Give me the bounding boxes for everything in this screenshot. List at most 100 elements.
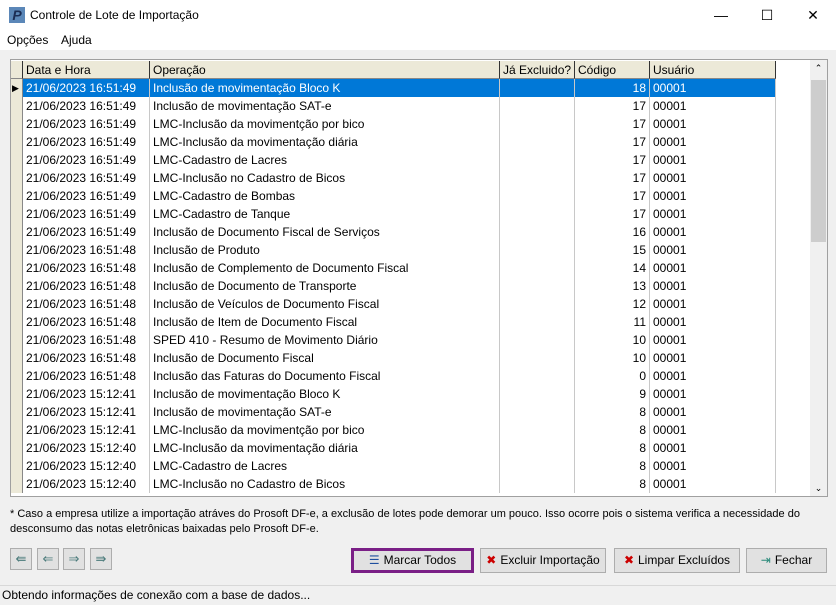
table-row[interactable]: 21/06/2023 16:51:48 Inclusão de Documento… <box>11 277 776 295</box>
table-row[interactable]: 21/06/2023 15:12:40 LMC-Cadastro de Lacre… <box>11 457 776 475</box>
close-label: Fechar <box>774 553 813 567</box>
close-window-button[interactable]: ✕ <box>790 0 836 30</box>
table-row[interactable]: 21/06/2023 16:51:48 Inclusão de Complemen… <box>11 259 776 277</box>
table-row[interactable]: 21/06/2023 15:12:41 Inclusão de movimenta… <box>11 403 776 421</box>
scrollbar-thumb[interactable] <box>811 80 826 242</box>
user-cell: 00001 <box>650 259 776 277</box>
table-row[interactable]: 21/06/2023 16:51:49 LMC-Inclusão da movim… <box>11 115 776 133</box>
delete-import-label: Excluir Importação <box>500 553 600 567</box>
operation-cell: LMC-Inclusão da movimentação diária <box>150 439 500 457</box>
last-record-button[interactable]: ⇛ <box>90 548 112 570</box>
row-indicator <box>11 223 23 241</box>
delete-import-button[interactable]: ✖ Excluir Importação <box>480 548 606 573</box>
column-header-operation[interactable]: Operação <box>150 61 500 79</box>
operation-cell: Inclusão de movimentação Bloco K <box>150 385 500 403</box>
maximize-button[interactable]: ☐ <box>744 0 790 30</box>
vertical-scrollbar[interactable]: ⌃ ⌄ <box>810 60 827 496</box>
date-cell: 21/06/2023 16:51:49 <box>23 205 150 223</box>
deleted-cell <box>500 115 575 133</box>
user-cell: 00001 <box>650 79 776 97</box>
deleted-cell <box>500 457 575 475</box>
row-indicator <box>11 385 23 403</box>
code-cell: 8 <box>575 403 650 421</box>
user-cell: 00001 <box>650 205 776 223</box>
table-row[interactable]: 21/06/2023 16:51:49 LMC-Inclusão no Cadas… <box>11 169 776 187</box>
column-header-user[interactable]: Usuário <box>650 61 776 79</box>
column-header-code[interactable]: Código <box>575 61 650 79</box>
code-cell: 10 <box>575 331 650 349</box>
user-cell: 00001 <box>650 439 776 457</box>
previous-record-button[interactable]: ⇐ <box>37 548 59 570</box>
operation-cell: Inclusão das Faturas do Documento Fiscal <box>150 367 500 385</box>
operation-cell: LMC-Inclusão da movimentção por bico <box>150 421 500 439</box>
clear-deleted-button[interactable]: ✖ Limpar Excluídos <box>614 548 740 573</box>
code-cell: 16 <box>575 223 650 241</box>
deleted-cell <box>500 313 575 331</box>
import-batch-grid[interactable]: Data e Hora Operação Já Excluido? Código… <box>10 59 828 497</box>
code-cell: 17 <box>575 169 650 187</box>
user-cell: 00001 <box>650 187 776 205</box>
table-row[interactable]: 21/06/2023 15:12:40 LMC-Inclusão da movim… <box>11 439 776 457</box>
row-indicator <box>11 241 23 259</box>
row-indicator <box>11 187 23 205</box>
row-indicator <box>11 205 23 223</box>
table-row[interactable]: 21/06/2023 16:51:49 LMC-Inclusão da movim… <box>11 133 776 151</box>
scroll-down-icon[interactable]: ⌄ <box>810 483 827 494</box>
table-row[interactable]: 21/06/2023 16:51:48 Inclusão de Veículos … <box>11 295 776 313</box>
table-row[interactable]: 21/06/2023 16:51:48 Inclusão de Item de D… <box>11 313 776 331</box>
table-row[interactable]: 21/06/2023 16:51:49 LMC-Cadastro de Tanqu… <box>11 205 776 223</box>
table-row[interactable]: 21/06/2023 15:12:41 LMC-Inclusão da movim… <box>11 421 776 439</box>
date-cell: 21/06/2023 16:51:48 <box>23 349 150 367</box>
date-cell: 21/06/2023 16:51:48 <box>23 295 150 313</box>
operation-cell: SPED 410 - Resumo de Movimento Diário <box>150 331 500 349</box>
table-row[interactable]: 21/06/2023 15:12:41 Inclusão de movimenta… <box>11 385 776 403</box>
date-cell: 21/06/2023 16:51:48 <box>23 331 150 349</box>
menu-opcoes[interactable]: Opções <box>7 33 48 47</box>
scroll-up-icon[interactable]: ⌃ <box>810 63 827 74</box>
table-row[interactable]: 21/06/2023 16:51:48 Inclusão das Faturas … <box>11 367 776 385</box>
next-record-button[interactable]: ⇒ <box>63 548 85 570</box>
column-header-date[interactable]: Data e Hora <box>23 61 150 79</box>
code-cell: 9 <box>575 385 650 403</box>
delete-grid-icon: ✖ <box>486 553 497 567</box>
table-row[interactable]: 21/06/2023 16:51:49 LMC-Cadastro de Lacre… <box>11 151 776 169</box>
code-cell: 12 <box>575 295 650 313</box>
deleted-cell <box>500 259 575 277</box>
user-cell: 00001 <box>650 241 776 259</box>
user-cell: 00001 <box>650 457 776 475</box>
table-row[interactable]: 21/06/2023 16:51:48 Inclusão de Produto 15… <box>11 241 776 259</box>
table-row[interactable]: 21/06/2023 16:51:49 Inclusão de movimenta… <box>11 97 776 115</box>
menu-ajuda[interactable]: Ajuda <box>61 33 92 47</box>
deleted-cell <box>500 169 575 187</box>
row-indicator <box>11 421 23 439</box>
deleted-cell <box>500 403 575 421</box>
first-record-button[interactable]: ⇚ <box>10 548 32 570</box>
date-cell: 21/06/2023 16:51:49 <box>23 187 150 205</box>
user-cell: 00001 <box>650 115 776 133</box>
code-cell: 8 <box>575 457 650 475</box>
table-row[interactable]: 21/06/2023 16:51:48 Inclusão de Documento… <box>11 349 776 367</box>
row-indicator <box>11 169 23 187</box>
user-cell: 00001 <box>650 169 776 187</box>
operation-cell: Inclusão de Produto <box>150 241 500 259</box>
status-bar: Obtendo informações de conexão com a bas… <box>0 585 836 604</box>
row-indicator <box>11 313 23 331</box>
date-cell: 21/06/2023 15:12:41 <box>23 403 150 421</box>
row-indicator <box>11 331 23 349</box>
row-indicator <box>11 115 23 133</box>
user-cell: 00001 <box>650 97 776 115</box>
column-header-deleted[interactable]: Já Excluido? <box>500 61 575 79</box>
clear-deleted-label: Limpar Excluídos <box>638 553 731 567</box>
operation-cell: LMC-Cadastro de Tanque <box>150 205 500 223</box>
table-row[interactable]: ▶ 21/06/2023 16:51:49 Inclusão de moviment… <box>11 79 776 97</box>
table-row[interactable]: 21/06/2023 16:51:49 LMC-Cadastro de Bomba… <box>11 187 776 205</box>
table-row[interactable]: 21/06/2023 15:12:40 LMC-Inclusão no Cadas… <box>11 475 776 493</box>
deleted-cell <box>500 367 575 385</box>
table-row[interactable]: 21/06/2023 16:51:49 Inclusão de Documento… <box>11 223 776 241</box>
date-cell: 21/06/2023 15:12:40 <box>23 475 150 493</box>
minimize-button[interactable]: — <box>698 0 744 30</box>
close-button[interactable]: ⇥ Fechar <box>746 548 827 573</box>
table-row[interactable]: 21/06/2023 16:51:48 SPED 410 - Resumo de … <box>11 331 776 349</box>
mark-all-button[interactable]: ☰ Marcar Todos <box>351 548 474 573</box>
code-cell: 17 <box>575 205 650 223</box>
